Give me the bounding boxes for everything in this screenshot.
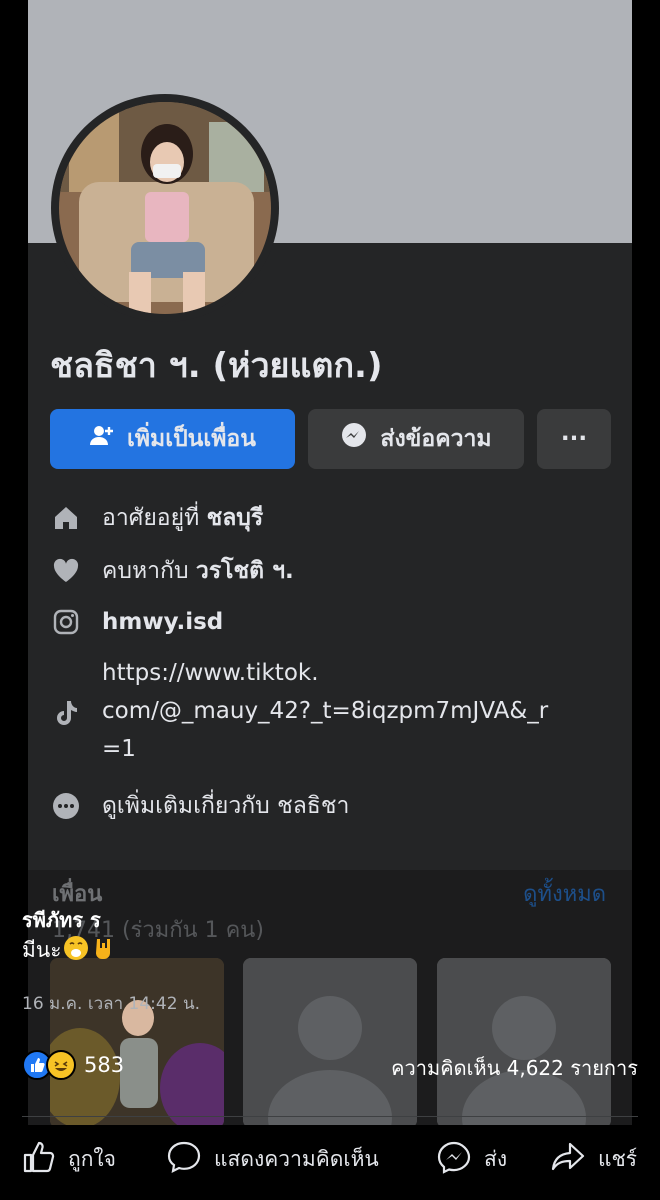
- relationship-value[interactable]: วรโชติ ฯ.: [196, 553, 294, 589]
- instagram-icon: [50, 606, 82, 638]
- comment-bubble-icon: [166, 1140, 202, 1179]
- messenger-icon: [340, 422, 368, 456]
- messenger-outline-icon: [436, 1140, 472, 1179]
- friend-photo: [50, 958, 224, 1125]
- post-caption: มีนะ: [22, 934, 117, 967]
- add-friend-label: เพิ่มเป็นเพื่อน: [127, 426, 256, 452]
- heart-icon: [50, 555, 82, 587]
- see-more-label: ดูเพิ่มเติมเกี่ยวกับ ชลธิชา: [102, 793, 350, 819]
- home-icon: [50, 502, 82, 534]
- share-arrow-icon: [550, 1140, 586, 1179]
- message-button[interactable]: ส่งข้อความ: [308, 409, 524, 469]
- intro-relationship: คบหากับ วรโชติ ฯ.: [50, 553, 294, 589]
- comment-button[interactable]: แสดงความคิดเห็น: [166, 1140, 379, 1179]
- thumbs-up-icon: [22, 1140, 56, 1179]
- message-label: ส่งข้อความ: [380, 426, 492, 452]
- more-options-button[interactable]: ···: [537, 409, 611, 469]
- rock-on-hand-icon: [91, 935, 117, 966]
- default-avatar-icon: [243, 958, 417, 1125]
- reactions-summary[interactable]: 583: [22, 1050, 124, 1080]
- comments-count[interactable]: ความคิดเห็น 4,622 รายการ: [391, 1052, 638, 1084]
- like-button[interactable]: ถูกใจ: [22, 1140, 116, 1179]
- tiktok-icon: [50, 697, 82, 729]
- profile-panel: ชลธิชา ฯ. (ห่วยแตก.) เพิ่มเป็นเพื่อน ส่ง…: [28, 0, 632, 1125]
- send-button[interactable]: ส่ง: [436, 1140, 507, 1179]
- friend-thumbnail[interactable]: [243, 958, 417, 1125]
- friend-thumbnail[interactable]: [50, 958, 224, 1125]
- lives-in-prefix: อาศัยอยู่ที่: [102, 505, 200, 531]
- avatar-photo: [59, 102, 271, 314]
- tiktok-link-line2: com/@_mauy_42?_t=8iqzpm7mJVA&_r: [102, 698, 549, 724]
- add-person-icon: [89, 423, 115, 455]
- post-caption-text: มีนะ: [22, 938, 62, 962]
- more-circle-icon: [50, 790, 82, 822]
- post-date: 16 ม.ค. เวลา 14:42 น.: [22, 994, 200, 1014]
- relationship-prefix: คบหากับ: [102, 558, 189, 584]
- share-button[interactable]: แชร์: [550, 1140, 637, 1179]
- profile-avatar[interactable]: [59, 102, 271, 314]
- add-friend-button[interactable]: เพิ่มเป็นเพื่อน: [50, 409, 295, 469]
- like-label: ถูกใจ: [68, 1147, 116, 1171]
- intro-lives-in: อาศัยอยู่ที่ ชลบุรี: [50, 500, 263, 536]
- divider: [22, 1116, 638, 1117]
- post-author[interactable]: รพีภัทร ร: [22, 904, 101, 936]
- share-label: แชร์: [598, 1147, 638, 1171]
- lives-in-value[interactable]: ชลบุรี: [207, 500, 264, 536]
- profile-name: ชลธิชา ฯ. (ห่วยแตก.): [50, 346, 383, 386]
- yawning-face-icon: [63, 935, 89, 966]
- comment-label: แสดงความคิดเห็น: [214, 1147, 379, 1171]
- tiktok-link-line1: https://www.tiktok.: [102, 660, 319, 686]
- friend-thumbnail[interactable]: [437, 958, 611, 1125]
- tiktok-link-line3: =1: [102, 736, 136, 762]
- haha-reaction-icon: [46, 1050, 76, 1080]
- see-more-about[interactable]: ดูเพิ่มเติมเกี่ยวกับ ชลธิชา: [50, 788, 349, 824]
- see-all-friends-link[interactable]: ดูทั้งหมด: [523, 876, 606, 911]
- reaction-count: 583: [84, 1053, 125, 1077]
- instagram-handle[interactable]: hmwy.isd: [102, 609, 223, 635]
- tiktok-link[interactable]: https://www.tiktok. com/@_mauy_42?_t=8iq…: [102, 654, 612, 768]
- default-avatar-icon: [437, 958, 611, 1125]
- intro-instagram[interactable]: hmwy.isd: [50, 606, 223, 638]
- send-label: ส่ง: [484, 1147, 508, 1171]
- more-icon: ···: [560, 426, 588, 452]
